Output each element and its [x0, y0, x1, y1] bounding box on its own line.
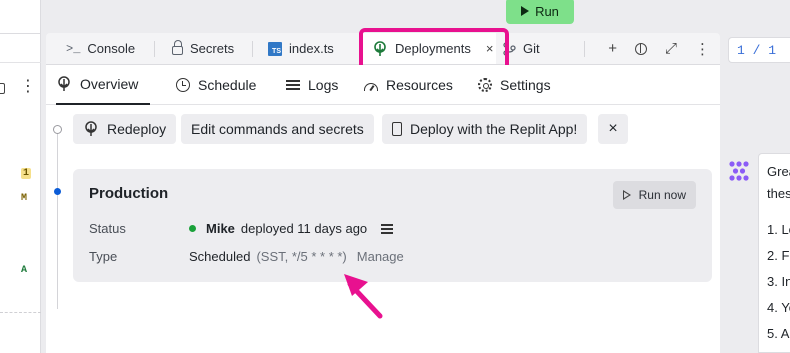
file-tree-panel: ⋮ 1 M A — [0, 0, 41, 353]
assistant-message: Grea thes 1. Lo 2. Fi 3. In 4. Yo 5. A — [758, 153, 790, 353]
subtab-label: Logs — [308, 77, 339, 93]
chat-text: 2. Fi — [767, 248, 790, 263]
subtab-settings[interactable]: Settings — [478, 65, 551, 105]
redeploy-button[interactable]: Redeploy — [73, 114, 177, 144]
git-added-badge: A — [21, 265, 28, 276]
deployment-type: Scheduled — [189, 249, 251, 264]
timeline-line — [57, 133, 58, 309]
tab-console[interactable]: >_ Console — [66, 33, 135, 64]
logs-list-icon[interactable] — [381, 222, 394, 236]
production-title: Production — [89, 185, 169, 202]
replit-app-button[interactable]: Deploy with the Replit App! — [382, 114, 588, 144]
close-icon: × — [608, 120, 618, 137]
lock-icon — [172, 40, 183, 55]
expand-icon[interactable]: ⤢ — [665, 40, 677, 57]
deployments-pane: Overview Schedule Logs Resources Setting… — [46, 65, 720, 353]
close-tab-icon[interactable]: × — [486, 41, 494, 56]
tab-index-ts[interactable]: TS index.ts — [268, 33, 334, 64]
collapse-icon[interactable] — [0, 83, 5, 94]
subtab-logs[interactable]: Logs — [286, 65, 338, 105]
redeploy-label: Redeploy — [107, 121, 167, 137]
chat-text: 1. Lo — [767, 222, 790, 237]
production-card: Production Run now Status Mike deployed … — [73, 169, 712, 282]
git-change-count-badge: 1 — [21, 168, 32, 179]
subtab-label: Schedule — [198, 77, 257, 93]
subtab-label: Resources — [386, 77, 453, 93]
tab-label: Secrets — [190, 41, 235, 56]
status-label: Status — [89, 221, 126, 236]
ai-assistant-icon — [729, 161, 749, 181]
typescript-file-icon: TS — [268, 41, 282, 56]
subtab-label: Settings — [500, 77, 551, 93]
run-button-label: Run — [535, 3, 559, 19]
deployer-name: Mike — [206, 221, 235, 236]
play-icon — [521, 6, 530, 16]
deployments-icon — [85, 121, 97, 136]
type-label: Type — [89, 249, 118, 264]
status-value: Mike deployed 11 days ago — [189, 221, 394, 236]
tab-divider — [154, 41, 155, 57]
dismiss-button[interactable]: × — [598, 114, 628, 144]
schedule-expression: (SST, */5 * * * *) — [256, 249, 347, 264]
deployments-icon — [58, 76, 70, 91]
tab-git[interactable]: Git — [502, 33, 540, 64]
tab-bar-actions: + ⤢ ⋮ — [608, 33, 710, 64]
search-match-counter: 1 / 1 — [728, 37, 790, 63]
subtab-schedule[interactable]: Schedule — [176, 65, 256, 105]
subtab-resources[interactable]: Resources — [364, 65, 453, 105]
deployment-subtabs: Overview Schedule Logs Resources Setting… — [46, 65, 720, 105]
run-now-label: Run now — [638, 188, 686, 202]
chat-text: 3. In — [767, 274, 790, 289]
git-branch-icon — [503, 41, 516, 56]
tab-secrets[interactable]: Secrets — [172, 33, 234, 64]
manage-link[interactable]: Manage — [357, 249, 404, 264]
clock-icon — [176, 78, 190, 92]
more-options-icon[interactable]: ⋮ — [20, 79, 36, 95]
subtab-overview[interactable]: Overview — [56, 65, 151, 105]
tab-label: index.ts — [289, 41, 334, 56]
terminal-icon: >_ — [66, 41, 81, 56]
phone-icon — [392, 122, 402, 136]
more-options-icon[interactable]: ⋮ — [695, 40, 710, 58]
tab-label: Console — [87, 41, 136, 56]
run-now-button[interactable]: Run now — [612, 181, 696, 209]
tab-label: Git — [523, 41, 540, 56]
edit-commands-label: Edit commands and secrets — [191, 121, 364, 137]
replit-app-label: Deploy with the Replit App! — [410, 121, 578, 137]
tab-label: Deployments — [395, 41, 471, 56]
editor-tab-bar: >_ Console Secrets TS index.ts Deploymen… — [46, 33, 720, 65]
type-value: Scheduled (SST, */5 * * * *) Manage — [189, 249, 404, 264]
tab-divider — [252, 41, 253, 57]
gear-icon — [478, 78, 492, 92]
file-tree-header — [0, 33, 41, 63]
status-indicator — [189, 225, 196, 232]
git-modified-badge: M — [21, 193, 28, 204]
divider — [0, 312, 41, 313]
status-text: deployed 11 days ago — [240, 221, 368, 236]
timeline-dot — [53, 125, 62, 134]
gauge-icon — [364, 83, 378, 91]
subtab-label: Overview — [80, 76, 139, 92]
timeline-active-dot — [54, 188, 61, 195]
run-button[interactable]: Run — [506, 0, 574, 24]
edit-commands-button[interactable]: Edit commands and secrets — [181, 114, 374, 144]
chat-text: thes — [767, 186, 790, 201]
deployments-icon — [374, 40, 386, 56]
chat-text: 5. A — [767, 326, 790, 341]
play-icon — [622, 190, 631, 200]
tab-divider — [584, 41, 585, 57]
add-tab-icon[interactable]: + — [608, 40, 617, 57]
split-pane-icon[interactable] — [634, 42, 647, 55]
tab-deployments[interactable]: Deployments × — [362, 33, 496, 64]
chat-text: Grea — [767, 164, 790, 179]
list-icon — [286, 78, 300, 92]
chat-text: 4. Yo — [767, 300, 790, 315]
